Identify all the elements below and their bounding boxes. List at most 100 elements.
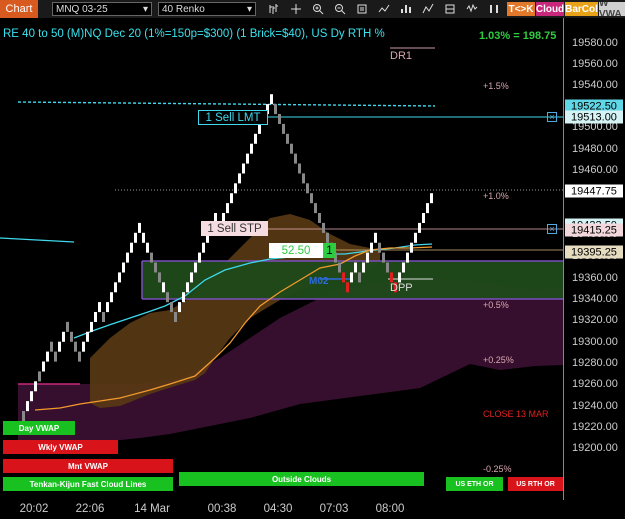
renko-brick (106, 302, 109, 313)
tk-cross-toggle[interactable]: T<>K (507, 2, 535, 16)
renko-brick (270, 94, 273, 105)
renko-brick (54, 351, 57, 362)
bars-icon[interactable] (264, 0, 284, 18)
instrument-value: MNQ 03-25 (56, 3, 108, 15)
renko-brick (198, 252, 201, 263)
chart-description: RE 40 to 50 (M)NQ Dec 20 (1%=150p=$300) … (3, 28, 385, 40)
renko-brick (142, 232, 145, 243)
plus-0-25-label: +0.25% (483, 355, 514, 365)
vwap-dashed-line (17, 101, 436, 107)
time-axis[interactable]: 20:02 22:06 14 Mar 00:38 04:30 07:03 08:00 (0, 500, 625, 519)
renko-brick (382, 252, 385, 263)
plus-0-5-label: +0.5% (483, 300, 509, 310)
price-tick: 19560.00 (572, 58, 618, 70)
time-tick: 04:30 (263, 503, 293, 515)
close-label: CLOSE 13 MAR (483, 409, 549, 419)
renko-brick (234, 183, 237, 194)
renko-brick (306, 183, 309, 194)
renko-brick (390, 272, 393, 283)
renko-brick (350, 272, 353, 283)
renko-brick (86, 331, 89, 342)
price-tick: 19280.00 (572, 357, 618, 369)
sell-lmt-order[interactable]: 1 Sell LMT (198, 110, 268, 125)
renko-brick (242, 163, 245, 174)
zoom-in-icon[interactable] (308, 0, 328, 18)
time-tick: 00:38 (207, 503, 237, 515)
monthly-vwap-button[interactable]: Mnt VWAP (3, 459, 173, 473)
sell-stp-order[interactable]: 1 Sell STP (201, 221, 268, 236)
renko-brick (186, 282, 189, 293)
data-box-icon[interactable] (462, 0, 482, 18)
price-tick: 19340.00 (572, 293, 618, 305)
zoom-out-icon[interactable] (330, 0, 350, 18)
outside-clouds-button[interactable]: Outside Clouds (179, 472, 424, 486)
renko-brick (354, 262, 357, 273)
day-vwap-button[interactable]: Day VWAP (3, 421, 75, 435)
renko-brick (430, 193, 433, 204)
renko-brick (166, 292, 169, 303)
renko-brick (118, 272, 121, 283)
indicators-icon[interactable] (374, 0, 394, 18)
bar-type-value: 40 Renko (162, 3, 205, 15)
renko-brick (274, 104, 277, 115)
instrument-selector[interactable]: MNQ 03-25 ▾ (52, 2, 152, 16)
renko-brick (310, 193, 313, 204)
renko-brick (402, 262, 405, 273)
templates-icon[interactable] (484, 0, 504, 18)
renko-brick (282, 123, 285, 134)
renko-brick (126, 252, 129, 263)
close-icon[interactable]: × (547, 224, 557, 234)
renko-brick (38, 371, 41, 382)
renko-brick (174, 312, 177, 322)
plus-1-5-label: +1.5% (483, 81, 509, 91)
renko-brick (122, 262, 125, 273)
properties-icon[interactable] (352, 0, 372, 18)
fast-cloud-button[interactable]: Tenkan-Kijun Fast Cloud Lines (3, 477, 173, 491)
renko-brick (162, 282, 165, 293)
time-tick: 20:02 (19, 503, 49, 515)
renko-brick (22, 411, 25, 421)
price-tick: 19480.00 (572, 143, 618, 155)
position-pnl[interactable]: 52.50 (269, 243, 323, 258)
renko-brick (50, 341, 53, 352)
weekly-vwap-toggle[interactable]: W VWA (599, 2, 625, 16)
renko-brick (362, 262, 365, 273)
bar-type-selector[interactable]: 40 Renko ▾ (158, 2, 256, 16)
us-rth-or-button[interactable]: US RTH OR (508, 477, 563, 491)
renko-brick (94, 312, 97, 322)
drawing-icon[interactable] (418, 0, 438, 18)
position-quantity[interactable]: 1 (323, 243, 336, 258)
renko-brick (322, 222, 325, 233)
us-eth-or-button[interactable]: US ETH OR (446, 477, 503, 491)
chart-trader-icon[interactable] (440, 0, 460, 18)
renko-brick (30, 391, 33, 402)
close-icon[interactable]: × (547, 112, 557, 122)
price-tick: 19580.00 (572, 37, 618, 49)
price-tick: 19220.00 (572, 421, 618, 433)
bar-color-toggle[interactable]: BarCol (565, 2, 598, 16)
price-axis[interactable]: 19580.00 19560.00 19540.00 19500.00 19480.00… (563, 18, 625, 500)
strategies-icon[interactable] (396, 0, 416, 18)
price-tick: 19320.00 (572, 314, 618, 326)
renko-brick (410, 242, 413, 253)
renko-brick (34, 381, 37, 392)
weekly-vwap-button[interactable]: Wkly VWAP (3, 440, 118, 454)
renko-brick (302, 173, 305, 184)
renko-brick (66, 321, 69, 332)
renko-brick (374, 232, 377, 243)
renko-brick (246, 153, 249, 164)
price-tick: 19540.00 (572, 79, 618, 91)
crosshair-icon[interactable] (286, 0, 306, 18)
chart-tab[interactable]: Chart (0, 0, 38, 18)
price-chart[interactable] (0, 18, 563, 500)
toolbar: Chart MNQ 03-25 ▾ 40 Renko ▾ T<>K Cloud … (0, 0, 625, 18)
price-tick: 19460.00 (572, 164, 618, 176)
price-tick: 19300.00 (572, 336, 618, 348)
renko-brick (286, 133, 289, 144)
plus-1-0-label: +1.0% (483, 191, 509, 201)
cloud-toggle[interactable]: Cloud (536, 2, 564, 16)
renko-brick (298, 163, 301, 174)
time-tick: 22:06 (75, 503, 105, 515)
renko-brick (370, 242, 373, 253)
renko-brick (414, 232, 417, 243)
